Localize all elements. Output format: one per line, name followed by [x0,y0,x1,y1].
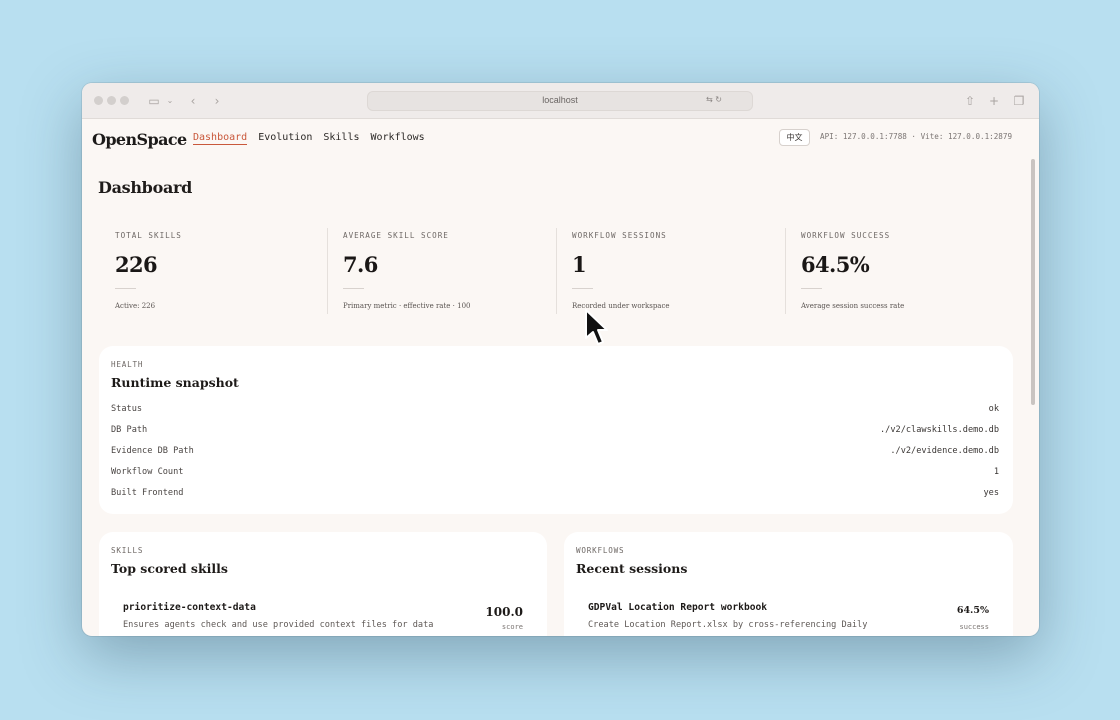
metric-label: WORKFLOW SUCCESS [801,231,891,240]
skill-score: 100.0 [485,605,523,619]
metric-sub: Average session success rate [801,302,905,310]
scrollbar-thumb[interactable] [1031,159,1035,405]
row-value: ./v2/clawskills.demo.db [880,425,999,435]
close-window-button[interactable] [94,96,103,105]
metric-label: TOTAL SKILLS [115,231,182,240]
skill-score-unit: score [501,623,523,631]
translate-reload-icons[interactable]: ⇆ ↻ [706,95,722,104]
share-icon[interactable]: ⇧ [962,93,978,109]
metric-workflow-success: WORKFLOW SUCCESS 64.5% Average session s… [785,228,1014,314]
row-key: Built Frontend [111,488,184,498]
mouse-pointer-icon [585,309,608,345]
tab-overview-icon[interactable]: ❐ [1011,93,1027,109]
nav-link-skills[interactable]: Skills [323,132,359,145]
card-kicker: HEALTH [111,360,144,369]
nav-link-dashboard[interactable]: Dashboard [193,132,248,145]
row-value: ./v2/evidence.demo.db [890,446,999,456]
card-title: Top scored skills [111,561,228,576]
page-title: Dashboard [98,178,193,197]
app-navbar: OpenSpace Dashboard Evolution Skills Wor… [82,119,1039,159]
nav-links: Dashboard Evolution Skills Workflows [193,132,425,145]
chevron-down-icon[interactable]: ⌄ [162,93,178,109]
session-success-unit: success [959,623,989,631]
metric-divider [327,228,328,314]
nav-link-workflows[interactable]: Workflows [371,132,425,145]
row-value: 1 [993,467,999,477]
row-key: Workflow Count [111,467,184,477]
language-toggle-button[interactable]: 中文 [779,129,810,146]
nav-link-evolution[interactable]: Evolution [258,132,312,145]
skill-description: Ensures agents check and use provided co… [123,620,434,630]
metric-average-skill-score: AVERAGE SKILL SCORE 7.6 Primary metric ·… [327,228,556,314]
metric-sub: Primary metric · effective rate · 100 [343,302,471,310]
metric-divider [785,228,786,314]
card-title: Recent sessions [576,561,688,576]
metric-value: 64.5% [801,252,870,277]
scrollbar[interactable] [1031,159,1037,636]
api-info: API: 127.0.0.1:7788 · Vite: 127.0.0.1:28… [820,132,1013,141]
app-logo[interactable]: OpenSpace [92,130,187,149]
metric-rule [115,288,136,289]
address-bar[interactable]: localhost ⇆ ↻ [367,91,753,111]
metric-rule [801,288,822,289]
metric-total-skills: TOTAL SKILLS 226 Active: 226 [99,228,328,314]
url-text: localhost [542,95,578,105]
health-row-workflow-count: Workflow Count 1 [111,467,999,481]
metric-workflow-sessions: WORKFLOW SESSIONS 1 Recorded under works… [556,228,785,314]
session-name[interactable]: GDPVal Location Report workbook [588,602,767,613]
browser-toolbar: ▭ ⌄ ‹ › localhost ⇆ ↻ ⇧ + ❐ [82,83,1039,119]
metric-label: WORKFLOW SESSIONS [572,231,667,240]
health-row-built-frontend: Built Frontend yes [111,488,999,502]
card-kicker: WORKFLOWS [576,546,625,555]
session-success-rate: 64.5% [956,605,989,616]
metric-rule [572,288,593,289]
health-row-db-path: DB Path ./v2/clawskills.demo.db [111,425,999,439]
health-row-status: Status ok [111,404,999,418]
metric-value: 7.6 [343,252,378,277]
card-title: Runtime snapshot [111,375,239,390]
metric-value: 1 [572,252,587,277]
metric-label: AVERAGE SKILL SCORE [343,231,449,240]
sidebar-toggle-icon[interactable]: ▭ [146,93,162,109]
row-value: yes [983,488,999,498]
skill-name[interactable]: prioritize-context-data [123,602,256,613]
skills-card: SKILLS Top scored skills prioritize-cont… [99,532,547,636]
row-key: DB Path [111,425,148,435]
metric-rule [343,288,364,289]
new-tab-icon[interactable]: + [986,93,1002,109]
row-value: ok [988,404,999,414]
minimize-window-button[interactable] [107,96,116,105]
zoom-window-button[interactable] [120,96,129,105]
health-card: HEALTH Runtime snapshot Status ok DB Pat… [99,346,1013,514]
row-key: Evidence DB Path [111,446,194,456]
metric-value: 226 [115,252,158,277]
browser-window: ▭ ⌄ ‹ › localhost ⇆ ↻ ⇧ + ❐ OpenSpace Da… [82,83,1039,636]
card-kicker: SKILLS [111,546,144,555]
health-row-evidence-db-path: Evidence DB Path ./v2/evidence.demo.db [111,446,999,460]
workflows-card: WORKFLOWS Recent sessions GDPVal Locatio… [564,532,1013,636]
session-description: Create Location Report.xlsx by cross-ref… [588,620,868,630]
metric-sub: Active: 226 [115,302,156,310]
forward-icon[interactable]: › [209,93,225,109]
metric-divider [556,228,557,314]
back-icon[interactable]: ‹ [185,93,201,109]
row-key: Status [111,404,143,414]
